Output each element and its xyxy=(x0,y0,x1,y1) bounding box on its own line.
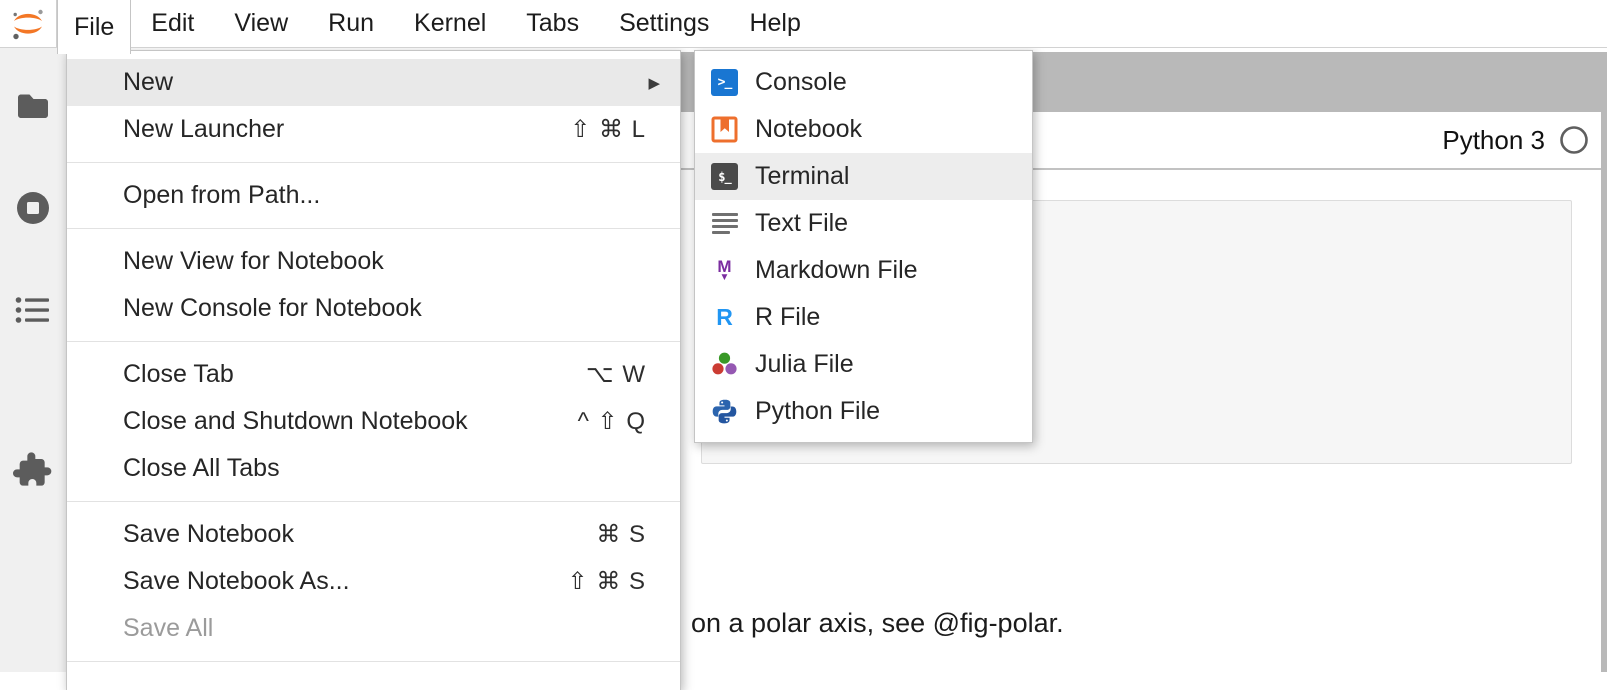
menubar-item-kernel[interactable]: Kernel xyxy=(394,0,506,47)
submenu-item-julia-file[interactable]: Julia File xyxy=(695,341,1032,388)
menu-item-save-all: Save All xyxy=(67,605,680,652)
kernel-name[interactable]: Python 3 xyxy=(1442,125,1545,156)
menubar-item-file[interactable]: File xyxy=(57,0,131,54)
menu-item-new-launcher[interactable]: New Launcher ⇧ ⌘ L xyxy=(67,106,680,153)
python-icon xyxy=(711,398,738,425)
table-of-contents-icon[interactable] xyxy=(0,295,66,325)
submenu-item-r-file[interactable]: R R File xyxy=(695,294,1032,341)
r-file-icon: R xyxy=(711,304,738,331)
markdown-cell-text: on a polar axis, see @fig-polar. xyxy=(691,608,1064,639)
menu-divider xyxy=(67,341,680,342)
main-menubar: File Edit View Run Kernel Tabs Settings … xyxy=(0,0,1607,48)
menu-item-open-from-path[interactable]: Open from Path... xyxy=(67,172,680,219)
menu-item-new[interactable]: New ▶ xyxy=(67,59,680,106)
menubar-items: File Edit View Run Kernel Tabs Settings … xyxy=(57,0,821,47)
menu-item-save-notebook[interactable]: Save Notebook ⌘ S xyxy=(67,511,680,558)
menubar-item-help[interactable]: Help xyxy=(729,0,820,47)
jupyter-logo xyxy=(0,0,57,47)
submenu-item-text-file[interactable]: Text File xyxy=(695,200,1032,247)
extensions-puzzle-icon[interactable] xyxy=(0,449,66,489)
submenu-item-python-file[interactable]: Python File xyxy=(695,388,1032,435)
menu-item-close-tab[interactable]: Close Tab ⌥ W xyxy=(67,351,680,398)
shortcut-label: ⌘ S xyxy=(596,520,646,549)
submenu-item-notebook[interactable]: Notebook xyxy=(695,106,1032,153)
text-file-icon xyxy=(711,210,738,237)
markdown-icon: M▼ xyxy=(711,257,738,284)
menubar-item-tabs[interactable]: Tabs xyxy=(506,0,599,47)
shortcut-label: ^ ⇧ Q xyxy=(578,407,646,436)
submenu-item-terminal[interactable]: $_ Terminal xyxy=(695,153,1032,200)
kernel-status-icon[interactable] xyxy=(1559,125,1589,155)
menu-item-close-all-tabs[interactable]: Close All Tabs xyxy=(67,445,680,492)
running-kernels-icon[interactable] xyxy=(0,189,66,227)
menu-divider xyxy=(67,228,680,229)
menu-item-new-console-for-notebook[interactable]: New Console for Notebook xyxy=(67,285,680,332)
submenu-item-markdown-file[interactable]: M▼ Markdown File xyxy=(695,247,1032,294)
shortcut-label: ⇧ ⌘ S xyxy=(568,567,646,596)
submenu-arrow-icon: ▶ xyxy=(648,74,660,92)
menubar-item-run[interactable]: Run xyxy=(308,0,394,47)
terminal-icon: $_ xyxy=(711,163,738,190)
menubar-item-settings[interactable]: Settings xyxy=(599,0,729,47)
menu-item-save-notebook-as[interactable]: Save Notebook As... ⇧ ⌘ S xyxy=(67,558,680,605)
menu-divider xyxy=(67,501,680,502)
console-icon: >_ xyxy=(711,69,738,96)
menubar-item-edit[interactable]: Edit xyxy=(131,0,214,47)
shortcut-label: ⇧ ⌘ L xyxy=(570,115,646,144)
menu-item-new-view-for-notebook[interactable]: New View for Notebook xyxy=(67,238,680,285)
menu-divider xyxy=(67,162,680,163)
submenu-item-console[interactable]: >_ Console xyxy=(695,59,1032,106)
file-browser-icon[interactable] xyxy=(0,92,66,120)
menubar-item-view[interactable]: View xyxy=(214,0,308,47)
menu-item-close-and-shutdown-notebook[interactable]: Close and Shutdown Notebook ^ ⇧ Q xyxy=(67,398,680,445)
julia-icon xyxy=(711,351,738,378)
left-sidebar xyxy=(0,47,66,672)
new-submenu: >_ Console Notebook $_ Terminal Text Fil… xyxy=(694,50,1033,443)
shortcut-label: ⌥ W xyxy=(586,360,646,389)
notebook-icon xyxy=(711,116,738,143)
dock-right-gutter xyxy=(1601,52,1607,672)
file-menu-dropdown: New ▶ New Launcher ⇧ ⌘ L Open from Path.… xyxy=(66,50,681,690)
menu-divider xyxy=(67,661,680,662)
